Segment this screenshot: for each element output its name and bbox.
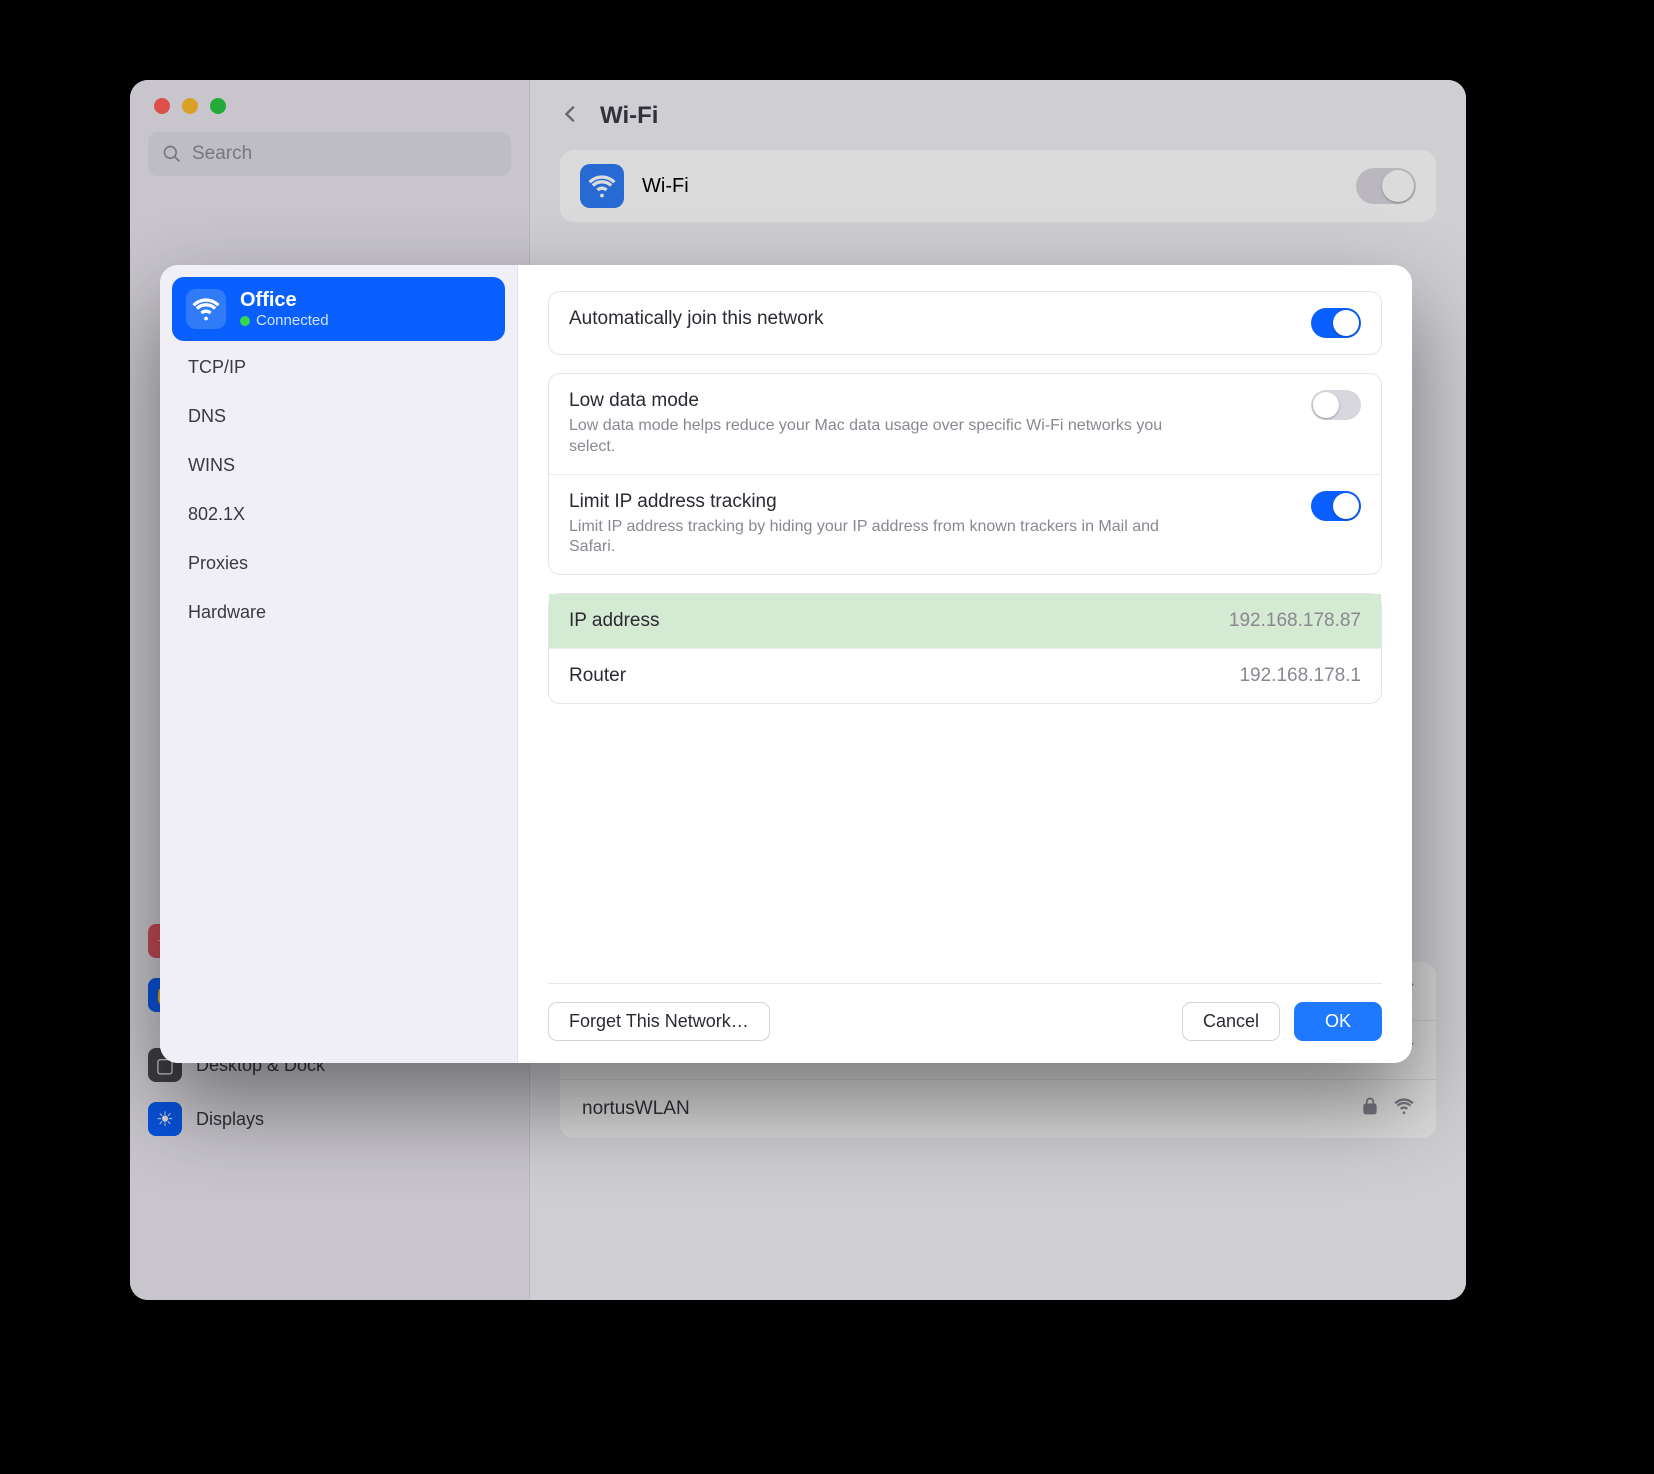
sidebar-search[interactable]: Search [148, 132, 511, 176]
sheet-tab-wins[interactable]: WINS [172, 443, 505, 488]
wifi-icon [186, 289, 226, 329]
low-data-label: Low data mode [569, 390, 1209, 412]
auto-join-toggle[interactable] [1311, 308, 1361, 338]
chevron-left-icon [560, 103, 582, 125]
wifi-icon [580, 164, 624, 208]
window-zoom-button[interactable] [210, 98, 226, 114]
ip-address-row: IP address 192.168.178.87 [549, 594, 1381, 648]
network-details-sheet: Office Connected TCP/IP DNS WINS 802.1X … [160, 265, 1412, 1063]
window-close-button[interactable] [154, 98, 170, 114]
network-ssid: nortusWLAN [582, 1098, 1346, 1120]
wifi-master-toggle[interactable] [1356, 168, 1416, 204]
network-row[interactable]: nortusWLAN [560, 1079, 1436, 1138]
auto-join-group: Automatically join this network [548, 291, 1382, 355]
limit-ip-label: Limit IP address tracking [569, 491, 1209, 513]
addresses-group: IP address 192.168.178.87 Router 192.168… [548, 593, 1382, 704]
sheet-tab-tcpip[interactable]: TCP/IP [172, 345, 505, 390]
data-modes-group: Low data mode Low data mode helps reduce… [548, 373, 1382, 575]
low-data-desc: Low data mode helps reduce your Mac data… [569, 416, 1209, 458]
status-dot-icon [240, 316, 250, 326]
wifi-tile-label: Wi-Fi [642, 175, 689, 198]
page-title: Wi-Fi [600, 102, 658, 130]
lock-icon [1346, 1096, 1380, 1122]
sheet-tab-dns[interactable]: DNS [172, 394, 505, 439]
search-placeholder: Search [192, 143, 252, 165]
back-button[interactable] [560, 103, 582, 130]
window-traffic-lights [130, 98, 529, 132]
brightness-icon: ☀ [148, 1102, 182, 1136]
wifi-signal-icon [1380, 1096, 1414, 1122]
network-status: Connected [240, 312, 329, 329]
forget-network-button[interactable]: Forget This Network… [548, 1002, 770, 1041]
ip-address-label: IP address [569, 610, 659, 632]
search-icon [162, 144, 182, 164]
router-row: Router 192.168.178.1 [549, 648, 1381, 703]
cancel-button[interactable]: Cancel [1182, 1002, 1280, 1041]
sidebar-item-displays[interactable]: ☀ Displays [130, 1092, 529, 1146]
sheet-tab-proxies[interactable]: Proxies [172, 541, 505, 586]
limit-ip-toggle[interactable] [1311, 491, 1361, 521]
sheet-sidebar: Office Connected TCP/IP DNS WINS 802.1X … [160, 265, 518, 1063]
sheet-footer: Forget This Network… Cancel OK [548, 983, 1382, 1063]
router-label: Router [569, 665, 626, 687]
sheet-tab-hardware[interactable]: Hardware [172, 590, 505, 635]
limit-ip-desc: Limit IP address tracking by hiding your… [569, 517, 1209, 559]
sheet-main: Automatically join this network Low data… [518, 265, 1412, 1063]
ip-address-value: 192.168.178.87 [1229, 610, 1361, 632]
router-value: 192.168.178.1 [1239, 665, 1361, 687]
window-minimize-button[interactable] [182, 98, 198, 114]
sheet-tab-8021x[interactable]: 802.1X [172, 492, 505, 537]
wifi-master-tile: Wi-Fi [560, 150, 1436, 222]
network-name: Office [240, 289, 329, 312]
ok-button[interactable]: OK [1294, 1002, 1382, 1041]
sidebar-item-label: Displays [196, 1109, 264, 1130]
auto-join-label: Automatically join this network [569, 308, 824, 330]
sheet-network-header[interactable]: Office Connected [172, 277, 505, 341]
low-data-toggle[interactable] [1311, 390, 1361, 420]
